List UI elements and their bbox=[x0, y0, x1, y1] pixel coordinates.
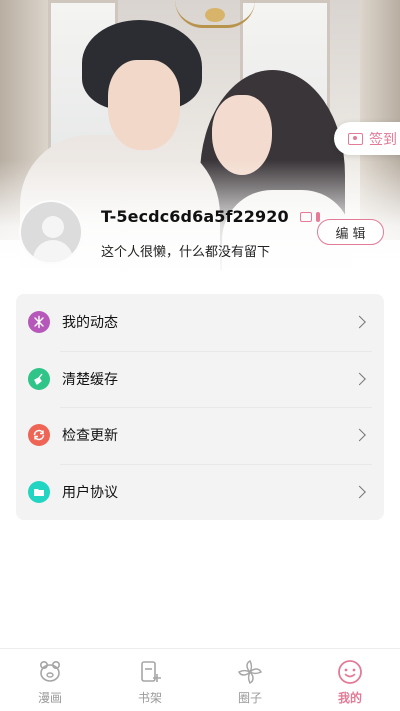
activity-icon bbox=[28, 311, 50, 334]
smiley-icon bbox=[338, 660, 362, 684]
signin-label: 签到 bbox=[369, 131, 397, 148]
bottom-tab-bar: 漫画 书架 圈子 我的 bbox=[0, 648, 400, 711]
menu-item-label: 用户协议 bbox=[62, 484, 118, 501]
tab-label: 我的 bbox=[337, 691, 362, 705]
tab-comics[interactable]: 漫画 bbox=[0, 649, 100, 711]
chevron-right-icon bbox=[353, 428, 366, 442]
username: T-5ecdc6d6a5f22920 bbox=[101, 207, 289, 226]
folder-icon bbox=[28, 480, 50, 503]
edit-profile-button[interactable]: 编辑 bbox=[317, 219, 384, 245]
menu-item-label: 清楚缓存 bbox=[62, 371, 118, 388]
settings-menu: 我的动态 清楚缓存 检查更新 用户协议 bbox=[16, 294, 384, 520]
avatar-head-icon bbox=[42, 216, 64, 238]
signin-button[interactable]: 签到 bbox=[334, 122, 400, 155]
chevron-right-icon bbox=[353, 315, 366, 329]
chevron-right-icon bbox=[353, 372, 366, 386]
avatar-body-icon bbox=[33, 240, 73, 262]
menu-item-label: 检查更新 bbox=[62, 428, 118, 445]
broom-icon bbox=[28, 367, 50, 390]
user-bio: 这个人很懒，什么都没有留下 bbox=[101, 245, 271, 260]
man-figure-face bbox=[108, 60, 180, 150]
vip-badge-icon bbox=[316, 212, 320, 222]
tab-label: 漫画 bbox=[37, 691, 62, 705]
tab-bookshelf[interactable]: 书架 bbox=[100, 649, 200, 711]
tab-label: 圈子 bbox=[237, 691, 262, 705]
ticket-icon bbox=[348, 132, 363, 145]
vip-ticket-icon bbox=[300, 212, 312, 222]
tab-circle[interactable]: 圈子 bbox=[200, 649, 300, 711]
menu-item-my-activity[interactable]: 我的动态 bbox=[16, 294, 384, 351]
tab-mine[interactable]: 我的 bbox=[300, 649, 400, 711]
refresh-icon bbox=[28, 424, 50, 447]
bookshelf-icon bbox=[141, 661, 161, 682]
menu-item-clear-cache[interactable]: 清楚缓存 bbox=[16, 350, 384, 408]
tab-label: 书架 bbox=[137, 691, 162, 705]
bear-icon bbox=[40, 660, 60, 682]
pinwheel-icon bbox=[237, 659, 263, 685]
menu-item-check-update[interactable]: 检查更新 bbox=[16, 407, 384, 464]
avatar[interactable] bbox=[19, 200, 83, 264]
chevron-right-icon bbox=[353, 485, 366, 499]
menu-item-label: 我的动态 bbox=[62, 315, 118, 332]
menu-item-user-agreement[interactable]: 用户协议 bbox=[16, 463, 384, 521]
